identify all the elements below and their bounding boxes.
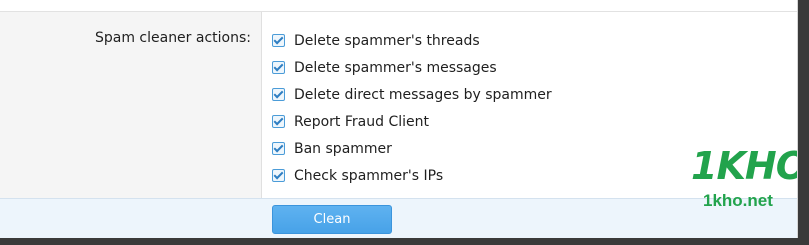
option-label[interactable]: Ban spammer bbox=[294, 141, 392, 157]
delete-messages-checkbox[interactable] bbox=[272, 61, 285, 74]
label-column: Spam cleaner actions: bbox=[0, 12, 262, 198]
check-ips-checkbox[interactable] bbox=[272, 169, 285, 182]
top-divider bbox=[0, 0, 797, 12]
option-label[interactable]: Report Fraud Client bbox=[294, 114, 429, 130]
option-delete-messages[interactable]: Delete spammer's messages bbox=[272, 54, 552, 81]
option-check-ips[interactable]: Check spammer's IPs bbox=[272, 162, 552, 189]
clean-button[interactable]: Clean bbox=[272, 205, 392, 234]
option-delete-direct-messages[interactable]: Delete direct messages by spammer bbox=[272, 81, 552, 108]
option-ban-spammer[interactable]: Ban spammer bbox=[272, 135, 552, 162]
watermark-logo-text: 1KHO bbox=[691, 144, 798, 188]
watermark-logo: 1KHO 1kho.net bbox=[685, 142, 797, 216]
spam-cleaner-dialog: Spam cleaner actions: Delete spammer's t… bbox=[0, 0, 798, 238]
option-label[interactable]: Delete spammer's messages bbox=[294, 60, 497, 76]
spam-cleaner-options: Delete spammer's threads Delete spammer'… bbox=[272, 27, 552, 189]
form-footer: Clean bbox=[0, 198, 797, 238]
option-label[interactable]: Delete spammer's threads bbox=[294, 33, 480, 49]
spam-cleaner-actions-label: Spam cleaner actions: bbox=[94, 30, 251, 46]
option-report-fraud-client[interactable]: Report Fraud Client bbox=[272, 108, 552, 135]
ban-spammer-checkbox[interactable] bbox=[272, 142, 285, 155]
option-label[interactable]: Delete direct messages by spammer bbox=[294, 87, 552, 103]
delete-threads-checkbox[interactable] bbox=[272, 34, 285, 47]
option-delete-threads[interactable]: Delete spammer's threads bbox=[272, 27, 552, 54]
option-label[interactable]: Check spammer's IPs bbox=[294, 168, 443, 184]
watermark-domain: 1kho.net bbox=[703, 191, 773, 210]
report-fraud-client-checkbox[interactable] bbox=[272, 115, 285, 128]
delete-direct-messages-checkbox[interactable] bbox=[272, 88, 285, 101]
